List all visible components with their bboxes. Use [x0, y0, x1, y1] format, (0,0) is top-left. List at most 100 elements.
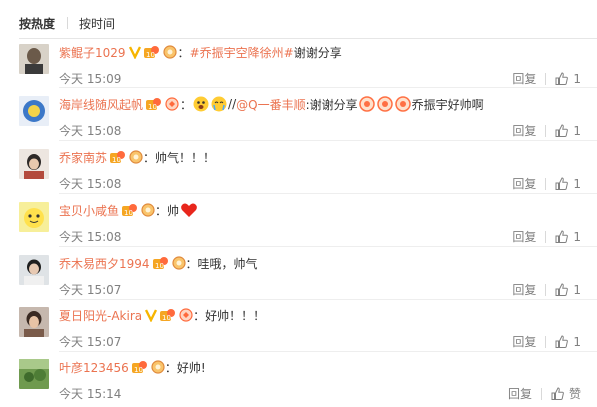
- reply-button[interactable]: 回复: [512, 281, 536, 298]
- username[interactable]: 乔木易西夕1994: [59, 255, 150, 272]
- sort-separator: [67, 17, 69, 29]
- reply-button[interactable]: 回复: [508, 385, 532, 402]
- member-badge-icon: [171, 256, 186, 270]
- like-count: 1: [573, 229, 581, 244]
- sort-bar: 按热度 按时间: [19, 15, 115, 31]
- fan-badge-icon: 10: [110, 150, 126, 164]
- fan-badge-icon: 10: [152, 256, 169, 270]
- sort-by-time-tab[interactable]: 按时间: [79, 15, 115, 32]
- username[interactable]: 叶彦123456: [59, 359, 129, 376]
- comment-time: 今天 15:08: [59, 230, 122, 244]
- comment-divider: [59, 140, 597, 141]
- comment-text: //: [228, 97, 237, 111]
- fan-badge-icon: 10: [122, 203, 138, 217]
- comment-text: ：好帅!: [164, 360, 206, 375]
- like-count: 1: [573, 176, 581, 191]
- action-separator: [545, 177, 547, 190]
- username[interactable]: 海岸线随风起帆: [59, 96, 143, 113]
- svg-text:10: 10: [134, 366, 143, 374]
- member-badge-icon: [141, 203, 155, 217]
- svg-text:10: 10: [112, 156, 121, 164]
- avatar[interactable]: [19, 307, 49, 337]
- heart-emoji-icon: [180, 202, 197, 218]
- action-separator: [545, 283, 547, 296]
- reply-button[interactable]: 回复: [512, 333, 536, 350]
- action-separator: [545, 335, 547, 348]
- comment-divider: [59, 87, 597, 88]
- like-button[interactable]: 赞: [551, 385, 581, 402]
- like-button[interactable]: 1: [555, 230, 581, 244]
- like-count: 1: [573, 123, 581, 138]
- comment-time: 今天 15:09: [59, 72, 122, 86]
- fan-badge-icon: 10: [143, 45, 160, 59]
- member-badge-icon: [162, 45, 177, 59]
- comment-text: 乔振宇好帅啊: [411, 97, 484, 112]
- avatar[interactable]: [19, 149, 49, 179]
- username[interactable]: 宝贝小咸鱼: [59, 202, 119, 219]
- action-separator: [545, 72, 547, 85]
- top-divider: [19, 38, 597, 39]
- comment-text: ：哇哦，帅气: [185, 256, 258, 271]
- thumb-up-icon: [555, 283, 569, 296]
- reply-button[interactable]: 回复: [512, 70, 536, 87]
- thumb-up-icon: [555, 124, 569, 137]
- like-count: 1: [573, 334, 581, 349]
- comment-time: 今天 15:14: [59, 387, 122, 401]
- thumb-up-icon: [555, 177, 569, 190]
- like-button[interactable]: 1: [555, 177, 581, 191]
- topic-link[interactable]: #乔振宇空降徐州#: [190, 44, 294, 61]
- comment-text: ：帅气！！！: [143, 150, 216, 165]
- svg-text:10: 10: [162, 314, 171, 322]
- like-button[interactable]: 1: [555, 335, 581, 349]
- emoji-icon: [358, 96, 375, 112]
- comment-text: ：好帅！！！: [193, 308, 266, 323]
- comment-time: 今天 15:07: [59, 335, 122, 349]
- action-separator: [540, 387, 542, 400]
- avatar[interactable]: [19, 44, 49, 74]
- avatar[interactable]: [19, 96, 49, 126]
- avatar[interactable]: [19, 255, 49, 285]
- svg-text:10: 10: [146, 51, 155, 59]
- thumb-up-icon: [551, 387, 564, 400]
- like-button[interactable]: 1: [555, 283, 581, 297]
- verified-icon: [128, 45, 141, 59]
- reply-button[interactable]: 回复: [512, 175, 536, 192]
- thumb-up-icon: [555, 72, 569, 85]
- emoji-icon: [376, 96, 393, 112]
- action-separator: [545, 124, 547, 137]
- verified-icon: [145, 308, 158, 322]
- like-count: 1: [573, 282, 581, 297]
- member-badge-icon: [179, 308, 193, 322]
- fan-badge-icon: 10: [160, 308, 176, 322]
- username[interactable]: 紫鲲子1029: [59, 44, 126, 61]
- reply-button[interactable]: 回复: [512, 228, 536, 245]
- emoji-icon: [193, 96, 209, 112]
- comment-divider: [59, 246, 597, 247]
- fan-badge-icon: 10: [146, 97, 162, 111]
- like-count: 赞: [568, 387, 581, 401]
- action-separator: [545, 230, 547, 243]
- comment-divider: [59, 351, 597, 352]
- username[interactable]: 夏日阳光-Akira: [59, 307, 142, 324]
- like-button[interactable]: 1: [555, 72, 581, 86]
- comment-divider: [59, 193, 597, 194]
- comment-text: :谢谢分享: [305, 97, 358, 112]
- sort-by-hot-tab[interactable]: 按热度: [19, 15, 55, 32]
- reply-button[interactable]: 回复: [512, 122, 536, 139]
- thumb-up-icon: [555, 230, 569, 243]
- avatar[interactable]: [19, 202, 49, 232]
- svg-text:10: 10: [124, 209, 133, 217]
- member-badge-icon: [165, 97, 179, 111]
- svg-text:10: 10: [155, 262, 164, 270]
- mention-link[interactable]: @Q一番丰顺: [236, 96, 305, 113]
- comment-text: 谢谢分享: [293, 45, 342, 60]
- username[interactable]: 乔家南苏: [59, 149, 107, 166]
- thumb-up-icon: [555, 335, 569, 348]
- emoji-icon: [211, 96, 227, 112]
- emoji-icon: [394, 96, 411, 112]
- member-badge-icon: [129, 150, 143, 164]
- comment-divider: [59, 299, 597, 300]
- avatar[interactable]: [19, 359, 49, 389]
- comment-time: 今天 15:08: [59, 177, 122, 191]
- like-button[interactable]: 1: [555, 124, 581, 138]
